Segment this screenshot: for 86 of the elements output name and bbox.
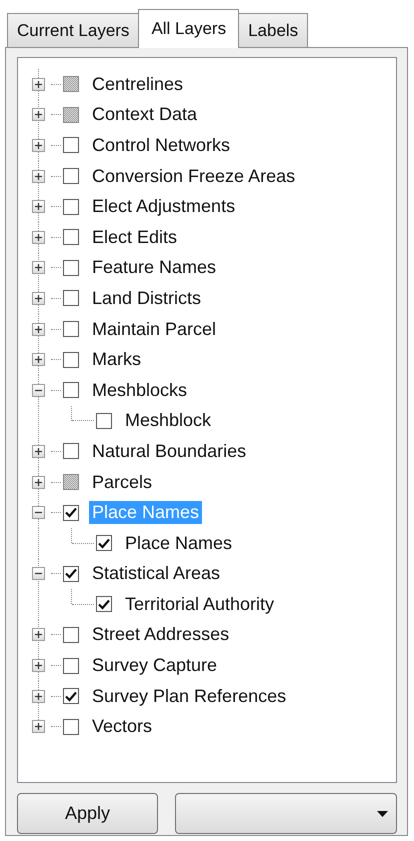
layer-label[interactable]: Parcels bbox=[89, 470, 156, 494]
expander-button[interactable] bbox=[32, 567, 44, 580]
plus-icon bbox=[34, 232, 42, 242]
checkbox[interactable] bbox=[63, 718, 79, 735]
apply-button[interactable]: Apply bbox=[17, 793, 158, 834]
checkbox[interactable] bbox=[96, 596, 112, 612]
layer-label[interactable]: Feature Names bbox=[89, 256, 220, 280]
layer-label[interactable]: Territorial Authority bbox=[122, 592, 278, 616]
check-icon bbox=[65, 568, 77, 580]
layer-label[interactable]: Place Names bbox=[122, 532, 236, 555]
expander-button[interactable] bbox=[32, 506, 44, 520]
layer-label[interactable]: Control Networks bbox=[89, 134, 234, 157]
checkbox[interactable] bbox=[63, 382, 79, 398]
plus-icon bbox=[34, 263, 42, 272]
layer-label[interactable]: Elect Adjustments bbox=[89, 195, 238, 218]
layer-label[interactable]: Meshblock bbox=[122, 409, 214, 432]
tab[interactable]: Labels bbox=[238, 13, 308, 47]
plus-icon bbox=[34, 446, 42, 456]
expander-button[interactable] bbox=[32, 200, 44, 214]
layer-label[interactable]: Marks bbox=[89, 348, 144, 372]
plus-icon bbox=[34, 140, 42, 150]
plus-icon bbox=[34, 202, 42, 212]
tab[interactable]: All Layers bbox=[138, 9, 240, 48]
check-icon bbox=[65, 507, 77, 518]
checkbox[interactable] bbox=[63, 229, 79, 246]
expander-button[interactable] bbox=[32, 138, 44, 152]
layer-label[interactable]: Street Addresses bbox=[89, 623, 232, 646]
checkbox[interactable] bbox=[63, 260, 79, 276]
layer-label[interactable]: Maintain Parcel bbox=[89, 318, 220, 341]
check-icon bbox=[98, 538, 110, 549]
expander-button[interactable] bbox=[32, 230, 44, 244]
expander-button[interactable] bbox=[32, 659, 44, 672]
layer-label[interactable]: Context Data bbox=[89, 103, 200, 126]
plus-icon bbox=[34, 478, 42, 487]
checkbox[interactable] bbox=[63, 290, 79, 306]
dropdown[interactable] bbox=[175, 793, 397, 834]
expander-button[interactable] bbox=[32, 78, 44, 91]
checkbox[interactable] bbox=[63, 198, 79, 215]
layer-label[interactable]: Centrelines bbox=[89, 72, 186, 96]
checkbox[interactable] bbox=[63, 443, 79, 460]
layer-label[interactable]: Meshblocks bbox=[89, 378, 190, 402]
plus-icon bbox=[34, 324, 42, 334]
plus-icon bbox=[34, 661, 42, 670]
plus-icon bbox=[34, 630, 42, 640]
layer-label[interactable]: Survey Plan References bbox=[89, 684, 290, 708]
tab[interactable]: Current Layers bbox=[7, 13, 140, 47]
layer-label[interactable]: Natural Boundaries bbox=[89, 440, 250, 463]
layer-label[interactable]: Elect Edits bbox=[89, 226, 180, 249]
layer-label[interactable]: Land Districts bbox=[89, 286, 204, 310]
plus-icon bbox=[34, 692, 42, 701]
expander-button[interactable] bbox=[32, 292, 44, 305]
check-icon bbox=[65, 690, 77, 702]
plus-icon bbox=[34, 722, 42, 732]
expander-button[interactable] bbox=[32, 108, 44, 122]
expander-button[interactable] bbox=[32, 384, 44, 397]
checkbox[interactable] bbox=[63, 168, 79, 184]
plus-icon bbox=[34, 172, 42, 181]
expander-button[interactable] bbox=[32, 322, 44, 336]
checkbox[interactable] bbox=[63, 137, 79, 154]
plus-icon bbox=[34, 80, 42, 89]
checkbox[interactable] bbox=[96, 535, 112, 552]
checkbox[interactable] bbox=[63, 321, 79, 338]
layer-label[interactable]: Survey Capture bbox=[89, 654, 220, 678]
expander-button[interactable] bbox=[32, 170, 44, 183]
plus-icon bbox=[34, 355, 42, 364]
checkbox[interactable] bbox=[63, 688, 79, 704]
layer-label[interactable]: Conversion Freeze Areas bbox=[89, 164, 298, 188]
layer-label[interactable]: Statistical Areas bbox=[89, 562, 224, 586]
plus-icon bbox=[34, 294, 42, 303]
checkbox[interactable] bbox=[63, 658, 79, 674]
expander-button[interactable] bbox=[32, 720, 44, 734]
checkbox[interactable] bbox=[63, 566, 79, 582]
expander-button[interactable] bbox=[32, 690, 44, 703]
plus-icon bbox=[34, 110, 42, 120]
checkbox[interactable] bbox=[63, 352, 79, 368]
expander-button[interactable] bbox=[32, 261, 44, 274]
expander-button[interactable] bbox=[32, 628, 44, 642]
expander-button[interactable] bbox=[32, 476, 44, 489]
checkbox[interactable] bbox=[63, 504, 79, 521]
expander-button[interactable] bbox=[32, 353, 44, 366]
layer-label[interactable]: Vectors bbox=[89, 715, 156, 738]
expander-button[interactable] bbox=[32, 444, 44, 458]
check-icon bbox=[98, 598, 110, 610]
caret-icon bbox=[377, 810, 388, 816]
checkbox[interactable] bbox=[63, 626, 79, 643]
checkbox[interactable] bbox=[96, 412, 112, 429]
